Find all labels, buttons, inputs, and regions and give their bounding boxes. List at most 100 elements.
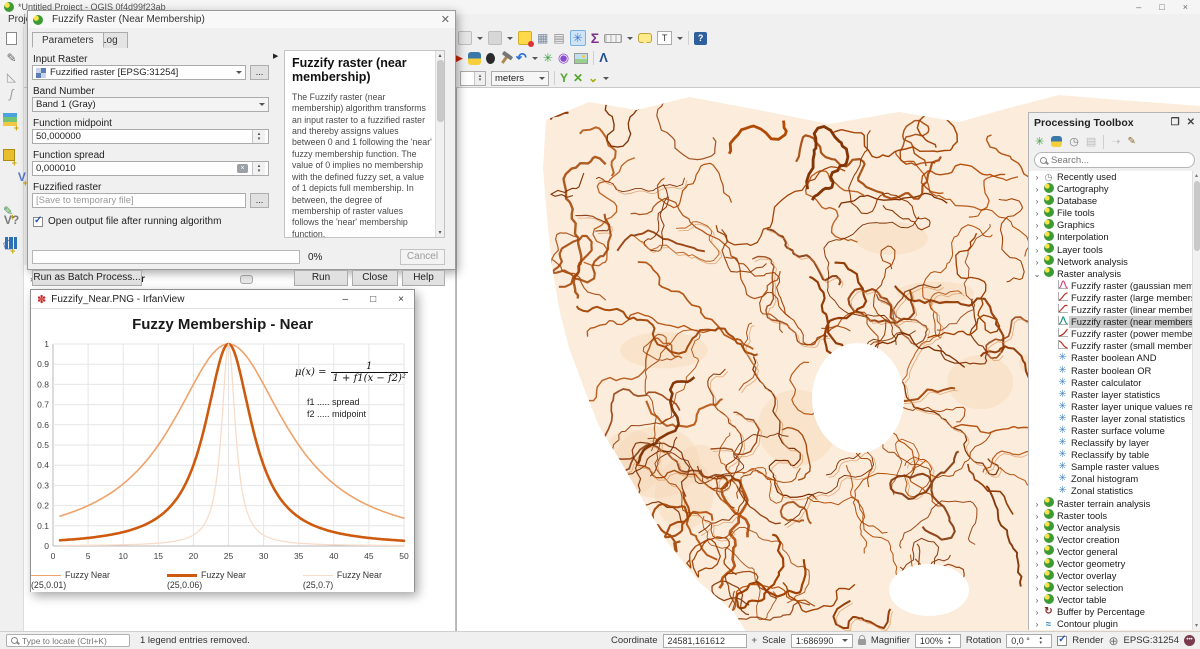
- toolbox-item[interactable]: Fuzzify raster (near membership): [1029, 316, 1200, 328]
- chevron-down-icon[interactable]: [507, 37, 513, 43]
- toolbox-item[interactable]: ›Vector geometry: [1029, 558, 1200, 570]
- toolbox-item[interactable]: ›Graphics: [1029, 219, 1200, 231]
- toolbox-item[interactable]: ✳Reclassify by table: [1029, 449, 1200, 461]
- window-restore-button[interactable]: □: [1159, 2, 1164, 12]
- toolbox-item[interactable]: ›Raster terrain analysis: [1029, 498, 1200, 510]
- ruler-triangle-icon[interactable]: ◺: [3, 70, 20, 86]
- expander-icon[interactable]: ›: [1032, 207, 1042, 219]
- select-features-button[interactable]: [458, 31, 472, 45]
- spread-spinbox[interactable]: 0,000010 × ▴▾: [32, 161, 269, 176]
- results-viewer-icon[interactable]: ▤: [1086, 135, 1096, 148]
- toolbox-item[interactable]: ›↻Buffer by Percentage: [1029, 606, 1200, 618]
- toolbox-item[interactable]: ✳Raster layer zonal statistics: [1029, 413, 1200, 425]
- histogram-icon[interactable]: [3, 237, 20, 253]
- toolbox-item[interactable]: ›Vector analysis: [1029, 522, 1200, 534]
- output-file-field[interactable]: [Save to temporary file]: [32, 193, 246, 208]
- toolbox-item[interactable]: ✳Raster boolean AND: [1029, 352, 1200, 364]
- chevron-down-icon[interactable]: [532, 57, 538, 63]
- expander-icon[interactable]: ›: [1032, 171, 1042, 183]
- expander-icon[interactable]: ›: [1032, 195, 1042, 207]
- close-button[interactable]: ×: [398, 294, 404, 305]
- expander-icon[interactable]: ›: [1032, 618, 1042, 630]
- toolbox-item[interactable]: Fuzzify raster (large membership): [1029, 292, 1200, 304]
- toolbox-item[interactable]: ✳Reclassify by layer: [1029, 437, 1200, 449]
- minimize-button[interactable]: –: [343, 294, 349, 305]
- dialog-close-button[interactable]: ✕: [441, 13, 450, 26]
- cancel-button[interactable]: Cancel: [400, 249, 445, 265]
- disc-icon[interactable]: ◉: [558, 51, 569, 65]
- help-button[interactable]: ?: [694, 32, 707, 45]
- close-panel-icon[interactable]: ✕: [1187, 117, 1195, 128]
- toolbox-item[interactable]: ✳Raster boolean OR: [1029, 365, 1200, 377]
- edit-pencil-icon[interactable]: ✎: [3, 51, 20, 67]
- messages-icon[interactable]: •••: [1184, 635, 1195, 646]
- toolbox-search[interactable]: [1034, 152, 1195, 168]
- marker-icon[interactable]: ▶: [456, 51, 463, 65]
- input-raster-browse-button[interactable]: ...: [250, 65, 269, 80]
- toolbox-search-input[interactable]: [1051, 155, 1171, 166]
- band-combobox[interactable]: Band 1 (Gray): [32, 97, 269, 112]
- units-combobox[interactable]: meters: [491, 71, 549, 86]
- deselect-button[interactable]: [488, 31, 502, 45]
- tab-parameters[interactable]: Parameters: [32, 32, 104, 48]
- toolbox-item[interactable]: ›Network analysis: [1029, 256, 1200, 268]
- new-virtual-layer-icon[interactable]: V?: [3, 213, 20, 229]
- float-panel-icon[interactable]: ❐: [1171, 117, 1180, 128]
- expander-icon[interactable]: ›: [1032, 582, 1042, 594]
- locator-search[interactable]: [6, 634, 130, 647]
- lambda-icon[interactable]: Λ: [599, 51, 608, 65]
- chevron-down-icon[interactable]: [627, 37, 633, 43]
- debug-icon[interactable]: [486, 53, 495, 64]
- history-icon[interactable]: ◷: [1069, 135, 1079, 148]
- toolbox-item[interactable]: ✳Raster surface volume: [1029, 425, 1200, 437]
- locator-input[interactable]: [22, 636, 122, 646]
- attribute-table-icon[interactable]: ▦: [537, 31, 548, 45]
- undo-icon[interactable]: ↶: [516, 51, 527, 65]
- expander-icon[interactable]: ›: [1032, 498, 1042, 510]
- open-output-checkbox[interactable]: [33, 217, 43, 227]
- toolbox-item[interactable]: Fuzzify raster (linear membership): [1029, 304, 1200, 316]
- topology-k-icon[interactable]: ⌄: [588, 71, 598, 85]
- spin-buttons[interactable]: ▴▾: [943, 635, 956, 647]
- magnifier-spinbox[interactable]: 100%▴▾: [915, 634, 961, 648]
- toolbox-scrollbar[interactable]: ▴ ▾: [1192, 171, 1200, 630]
- toolbox-item[interactable]: ›Vector selection: [1029, 582, 1200, 594]
- toolbox-item[interactable]: ›Raster tools: [1029, 510, 1200, 522]
- statistics-sigma-icon[interactable]: Σ: [591, 31, 599, 45]
- chevron-down-icon[interactable]: [603, 77, 609, 83]
- toolbox-item[interactable]: ✳Raster layer statistics: [1029, 389, 1200, 401]
- spin-buttons[interactable]: ▴▾: [252, 162, 265, 175]
- expander-icon[interactable]: ⌄: [1032, 268, 1042, 280]
- toolbox-item[interactable]: ✳Zonal histogram: [1029, 473, 1200, 485]
- expander-icon[interactable]: ›: [1032, 534, 1042, 546]
- spin-buttons[interactable]: ▴▾: [252, 130, 265, 143]
- run-button[interactable]: Run: [294, 270, 348, 286]
- rotation-spinbox[interactable]: 0,0 °▴▾: [1006, 634, 1052, 648]
- maximize-button[interactable]: □: [370, 294, 376, 305]
- collapse-help-icon[interactable]: ▶: [273, 52, 278, 60]
- render-checkbox[interactable]: [1057, 636, 1067, 646]
- chevron-down-icon[interactable]: [677, 37, 683, 43]
- close-button[interactable]: Close: [352, 270, 398, 286]
- scroll-down-icon[interactable]: ▾: [1193, 622, 1200, 629]
- expander-icon[interactable]: ›: [1032, 256, 1042, 268]
- toolbox-item[interactable]: ›Cartography: [1029, 183, 1200, 195]
- toolbox-item[interactable]: ›Interpolation: [1029, 231, 1200, 243]
- new-shapefile-icon[interactable]: V: [18, 170, 26, 184]
- toolbox-item[interactable]: ›Vector table: [1029, 594, 1200, 606]
- toolbox-item[interactable]: Fuzzify raster (power membership): [1029, 328, 1200, 340]
- window-minimize-button[interactable]: –: [1136, 2, 1141, 12]
- toolbox-item[interactable]: ✳Zonal statistics: [1029, 485, 1200, 497]
- plugin-star-icon[interactable]: ✳: [543, 51, 553, 65]
- clear-value-icon[interactable]: ×: [237, 164, 248, 173]
- scroll-down-icon[interactable]: ▾: [436, 229, 444, 236]
- toolbox-item[interactable]: ›≈Contour plugin: [1029, 618, 1200, 630]
- options-wrench-icon[interactable]: ✎: [1127, 136, 1135, 147]
- data-source-manager-icon[interactable]: [3, 115, 17, 129]
- expander-icon[interactable]: ›: [1032, 606, 1042, 618]
- toolbox-item[interactable]: ›File tools: [1029, 207, 1200, 219]
- processing-toolbox-toggle-button[interactable]: ✳: [570, 30, 586, 46]
- run-as-batch-button[interactable]: Run as Batch Process...: [32, 270, 142, 286]
- open-table-selected-button[interactable]: [518, 31, 532, 45]
- tolerance-spinbox[interactable]: ▴▾: [460, 71, 486, 86]
